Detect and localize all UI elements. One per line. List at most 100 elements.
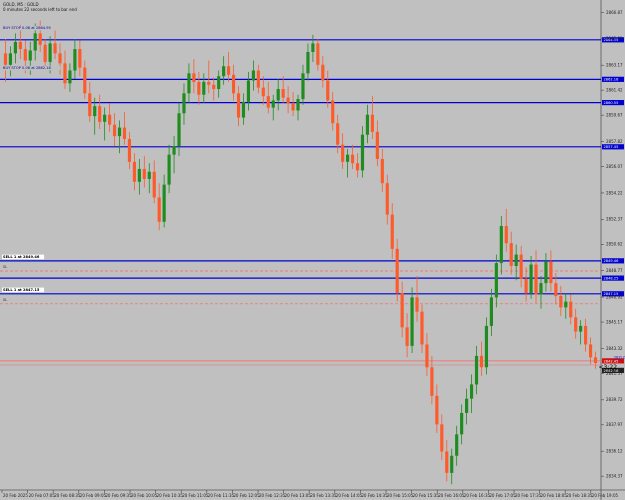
candle-body[interactable]: [380, 158, 384, 184]
candle-body[interactable]: [593, 357, 598, 364]
candle-body[interactable]: [346, 154, 350, 162]
price-chart[interactable]: 2864.952862.182860.552857.452849.462848.…: [0, 0, 625, 500]
candle-body[interactable]: [147, 171, 151, 179]
candle-body[interactable]: [212, 84, 216, 90]
candle-body[interactable]: [385, 183, 389, 215]
candle-body[interactable]: [549, 261, 553, 284]
candle-body[interactable]: [499, 226, 503, 264]
candle-body[interactable]: [236, 93, 241, 118]
candle-body[interactable]: [48, 43, 52, 62]
candle-body[interactable]: [465, 398, 469, 413]
candle-body[interactable]: [564, 301, 568, 308]
candle-body[interactable]: [460, 412, 464, 435]
candle-body[interactable]: [18, 41, 22, 50]
candle-body[interactable]: [281, 89, 285, 98]
candle-body[interactable]: [524, 278, 528, 294]
candle-body[interactable]: [23, 49, 27, 61]
candle-body[interactable]: [132, 161, 136, 182]
candle-body[interactable]: [405, 327, 409, 346]
candle-body[interactable]: [63, 63, 67, 84]
candle-body[interactable]: [306, 51, 310, 74]
candle-body[interactable]: [365, 114, 370, 135]
candle-body[interactable]: [261, 87, 265, 97]
candle-body[interactable]: [474, 355, 479, 385]
candle-body[interactable]: [53, 43, 57, 54]
candle-body[interactable]: [122, 127, 127, 139]
candle-body[interactable]: [251, 70, 255, 81]
candle-body[interactable]: [137, 168, 141, 182]
candle-body[interactable]: [33, 33, 37, 51]
candle-body[interactable]: [182, 93, 186, 114]
candle-body[interactable]: [588, 344, 593, 358]
candle-body[interactable]: [425, 344, 429, 368]
candle-body[interactable]: [202, 81, 206, 95]
candle-body[interactable]: [227, 66, 231, 75]
candle-body[interactable]: [360, 134, 365, 171]
candle-body[interactable]: [420, 311, 424, 345]
candle-body[interactable]: [127, 138, 132, 162]
candle-body[interactable]: [375, 131, 379, 159]
candle-body[interactable]: [430, 367, 434, 396]
candle-body[interactable]: [43, 44, 47, 62]
candle-body[interactable]: [13, 41, 17, 54]
candle-body[interactable]: [479, 355, 484, 368]
candle-body[interactable]: [172, 146, 176, 155]
candle-body[interactable]: [355, 163, 360, 171]
candle-body[interactable]: [455, 434, 459, 456]
candle-body[interactable]: [192, 73, 196, 82]
candle-body[interactable]: [514, 254, 518, 266]
candle-body[interactable]: [529, 264, 533, 294]
candle-body[interactable]: [450, 455, 454, 473]
candle-body[interactable]: [68, 70, 72, 84]
candle-body[interactable]: [286, 97, 290, 104]
candle-body[interactable]: [78, 49, 82, 68]
candle-body[interactable]: [341, 144, 345, 162]
candle-body[interactable]: [445, 451, 449, 473]
candle-body[interactable]: [98, 106, 102, 122]
candle-body[interactable]: [241, 101, 246, 118]
candle-body[interactable]: [58, 53, 62, 64]
candle-body[interactable]: [390, 214, 394, 249]
candle-body[interactable]: [296, 99, 300, 111]
candle-body[interactable]: [157, 197, 161, 222]
candle-body[interactable]: [197, 81, 201, 95]
candle-body[interactable]: [559, 295, 563, 308]
candle-body[interactable]: [494, 263, 498, 298]
candle-body[interactable]: [534, 264, 538, 295]
candle-body[interactable]: [231, 74, 236, 94]
candle-body[interactable]: [28, 50, 32, 61]
candle-body[interactable]: [142, 168, 146, 179]
candle-body[interactable]: [326, 80, 330, 101]
candle-body[interactable]: [222, 66, 226, 77]
candle-body[interactable]: [162, 184, 166, 222]
candle-body[interactable]: [112, 124, 117, 137]
candle-body[interactable]: [301, 73, 305, 100]
candle-body[interactable]: [152, 171, 156, 198]
candle-body[interactable]: [469, 384, 474, 399]
candle-body[interactable]: [8, 53, 13, 65]
order-label[interactable]: SELL 1 at 2847.15: [3, 288, 40, 292]
candle-body[interactable]: [569, 301, 573, 318]
candle-body[interactable]: [435, 395, 439, 425]
order-label[interactable]: BUY STOP 0.08 at 2864.95: [3, 26, 51, 30]
candle-body[interactable]: [266, 96, 270, 108]
candle-body[interactable]: [336, 123, 340, 145]
candle-body[interactable]: [73, 49, 77, 71]
candle-body[interactable]: [579, 325, 583, 332]
candle-body[interactable]: [410, 297, 414, 346]
candle-body[interactable]: [187, 73, 191, 94]
candle-body[interactable]: [574, 317, 578, 332]
candle-body[interactable]: [167, 154, 171, 185]
candle-body[interactable]: [395, 248, 399, 294]
candle-body[interactable]: [83, 67, 87, 94]
candle-body[interactable]: [103, 114, 107, 122]
candle-body[interactable]: [440, 424, 444, 452]
candle-body[interactable]: [350, 154, 355, 164]
candle-body[interactable]: [177, 113, 181, 147]
candle-body[interactable]: [256, 70, 260, 88]
candle-body[interactable]: [3, 53, 8, 65]
candle-body[interactable]: [93, 106, 97, 117]
candle-body[interactable]: [207, 81, 211, 85]
candle-body[interactable]: [539, 283, 543, 295]
candle-body[interactable]: [489, 297, 493, 326]
